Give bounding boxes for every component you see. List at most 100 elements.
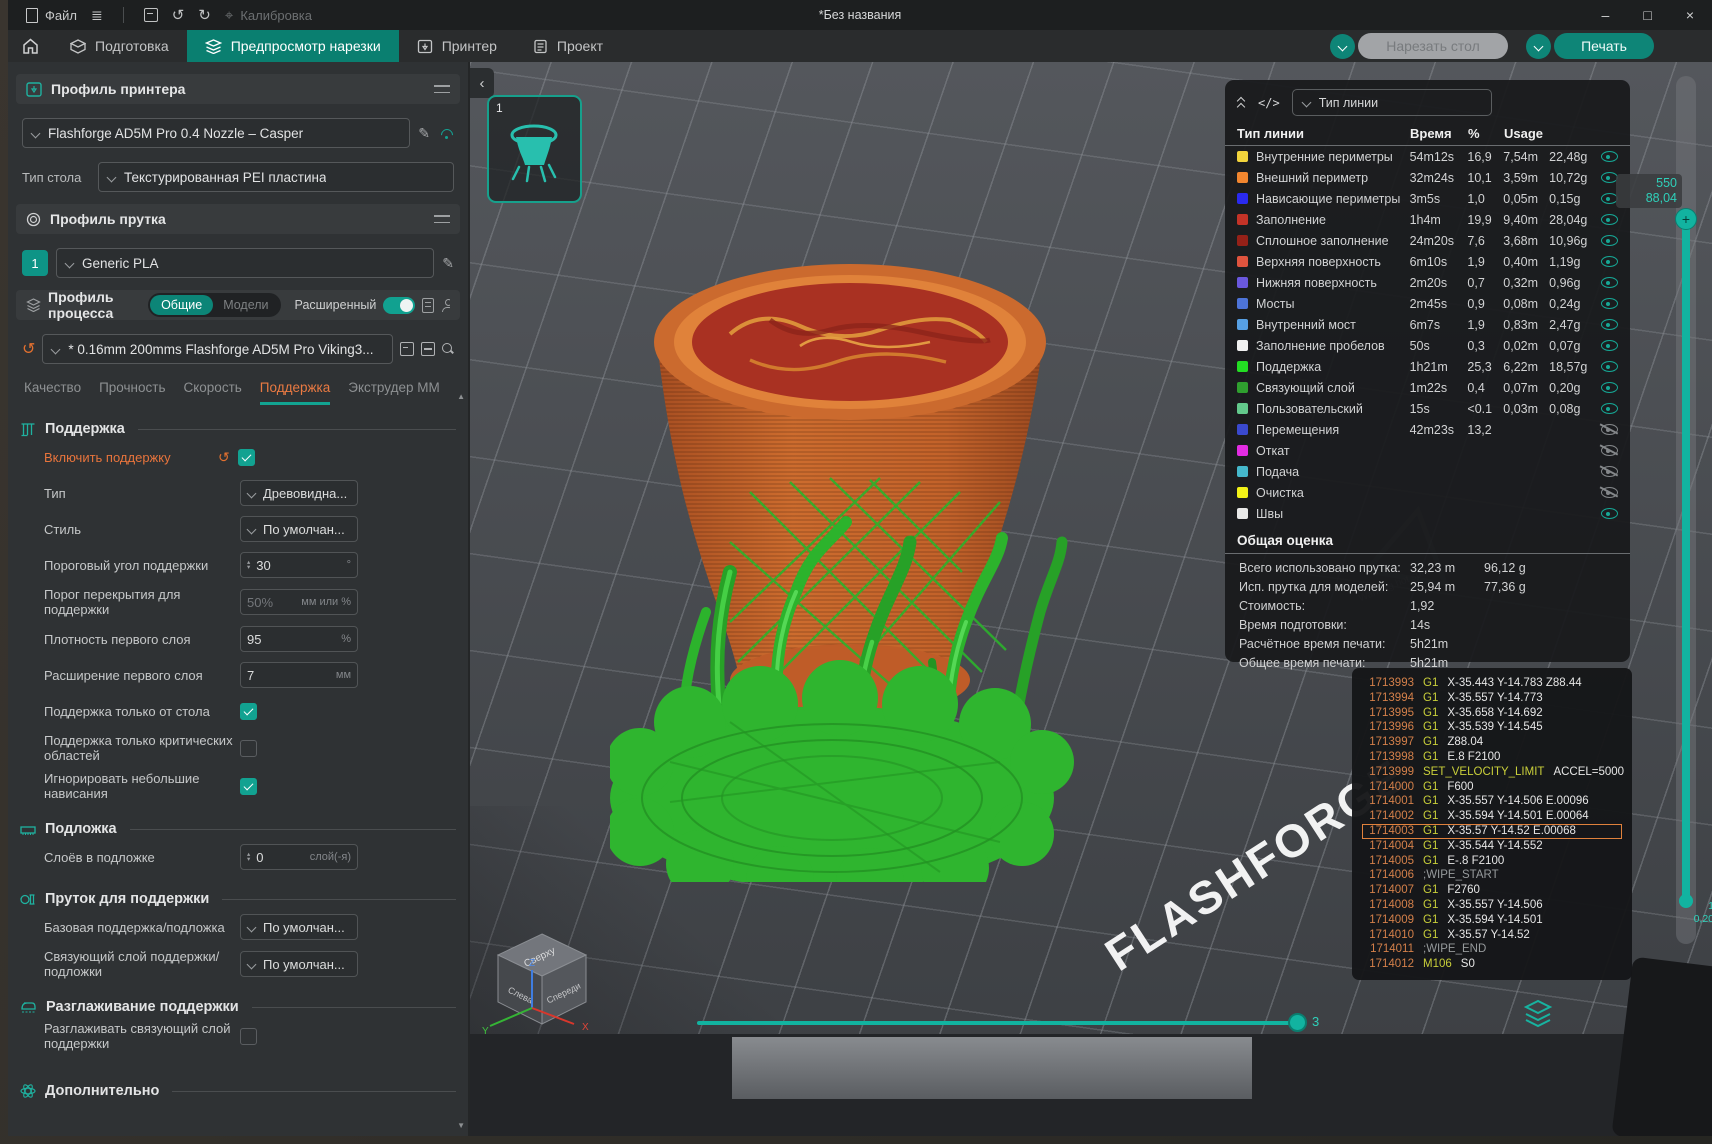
account-icon[interactable] xyxy=(441,299,450,312)
spinner-arrows[interactable]: ▴▾ xyxy=(247,852,250,862)
visibility-eye-icon[interactable] xyxy=(1601,298,1618,309)
base-support-filament-select[interactable]: По умолчан... xyxy=(240,914,358,940)
tab-extruder-mm[interactable]: Экструдер MM xyxy=(348,380,440,405)
spinner-arrows[interactable]: ▴▾ xyxy=(247,560,250,570)
print-button[interactable]: Печать xyxy=(1554,33,1654,59)
recent-list-icon[interactable]: ≣ xyxy=(91,8,103,22)
layer-slider-range[interactable] xyxy=(1682,220,1690,900)
filament-slot-badge[interactable]: 1 xyxy=(22,250,48,276)
visibility-eye-icon[interactable] xyxy=(1601,214,1618,225)
gcode-line[interactable]: 1714004G1X-35.544 Y-14.552 xyxy=(1362,839,1622,854)
iron-interface-checkbox[interactable] xyxy=(240,1028,257,1045)
reset-process-icon[interactable]: ↺ xyxy=(22,339,35,359)
edit-filament-icon[interactable]: ✎ xyxy=(442,255,454,272)
visibility-eye-off-icon[interactable] xyxy=(1601,424,1618,435)
interface-filament-select[interactable]: По умолчан... xyxy=(240,951,358,977)
reset-param-icon[interactable]: ↺ xyxy=(218,449,230,466)
gcode-line[interactable]: 1714005G1E-.8 F2100 xyxy=(1362,854,1622,869)
gcode-line[interactable]: 1713993G1X-35.443 Y-14.783 Z88.44 xyxy=(1362,676,1622,691)
overlap-threshold-input[interactable]: 50%мм или % xyxy=(240,589,358,615)
tab-strength[interactable]: Прочность xyxy=(99,380,165,405)
layers-view-icon[interactable] xyxy=(1522,998,1554,1028)
tab-project[interactable]: Проект xyxy=(515,30,621,62)
sliced-model[interactable] xyxy=(610,242,1210,882)
undo-button[interactable]: ↺ xyxy=(172,8,185,23)
tab-slice-preview[interactable]: Предпросмотр нарезки xyxy=(187,30,399,62)
visibility-eye-icon[interactable] xyxy=(1601,382,1618,393)
gcode-line[interactable]: 1714010G1X-35.57 Y-14.52 xyxy=(1362,928,1622,943)
save-button[interactable] xyxy=(144,8,158,22)
visibility-eye-icon[interactable] xyxy=(1601,235,1618,246)
enable-support-checkbox[interactable] xyxy=(238,449,255,466)
gcode-line[interactable]: 1713999SET_VELOCITY_LIMITACCEL=5000 xyxy=(1362,765,1622,780)
file-menu[interactable]: Файл xyxy=(26,8,77,23)
support-on-buildplate-checkbox[interactable] xyxy=(240,703,257,720)
layer-slider-top-handle[interactable]: + xyxy=(1675,208,1697,230)
tab-printer[interactable]: Принтер xyxy=(399,30,515,62)
gcode-line[interactable]: 1713997G1Z88.04 xyxy=(1362,735,1622,750)
ignore-small-overhangs-checkbox[interactable] xyxy=(240,778,257,795)
process-preset-select[interactable]: * 0.16mm 200mms Flashforge AD5M Pro Viki… xyxy=(42,334,393,364)
redo-button[interactable]: ↻ xyxy=(198,8,211,23)
calibration-button[interactable]: ⌖Калибровка xyxy=(225,8,312,23)
support-type-select[interactable]: Древовидна... xyxy=(240,480,358,506)
maximize-button[interactable]: □ xyxy=(1643,7,1651,23)
threshold-angle-spinner[interactable]: ▴▾30° xyxy=(240,552,358,578)
tab-quality[interactable]: Качество xyxy=(24,380,81,405)
visibility-eye-off-icon[interactable] xyxy=(1601,466,1618,477)
visibility-eye-icon[interactable] xyxy=(1601,319,1618,330)
gcode-line[interactable]: 1713995G1X-35.658 Y-14.692 xyxy=(1362,706,1622,721)
save-preset-icon[interactable] xyxy=(400,342,414,356)
slice-plate-button[interactable]: Нарезать стол xyxy=(1358,33,1508,59)
visibility-eye-icon[interactable] xyxy=(1601,277,1618,288)
viewport-3d[interactable]: FLASHFORGE Warning hot surface xyxy=(470,62,1712,1136)
raft-layers-spinner[interactable]: ▴▾0слой(-я) xyxy=(240,844,358,870)
gcode-line[interactable]: 1713996G1X-35.539 Y-14.545 xyxy=(1362,720,1622,735)
gcode-line[interactable]: 1714007G1F2760 xyxy=(1362,883,1622,898)
remove-preset-icon[interactable] xyxy=(421,342,435,356)
home-button[interactable] xyxy=(8,30,52,62)
bed-type-select[interactable]: Текстурированная PEI пластина xyxy=(98,162,454,192)
minimize-button[interactable]: – xyxy=(1602,7,1610,23)
filament-settings-icon[interactable] xyxy=(434,213,450,225)
visibility-eye-icon[interactable] xyxy=(1601,256,1618,267)
gcode-line[interactable]: 1713994G1X-35.557 Y-14.773 xyxy=(1362,691,1622,706)
gcode-line[interactable]: 1714000G1F600 xyxy=(1362,780,1622,795)
visibility-eye-icon[interactable] xyxy=(1601,340,1618,351)
gcode-view-icon[interactable]: </> xyxy=(1258,96,1280,110)
slice-options-dropdown[interactable] xyxy=(1330,34,1355,59)
tab-prepare[interactable]: Подготовка xyxy=(52,30,187,62)
visibility-eye-icon[interactable] xyxy=(1601,361,1618,372)
scope-global-option[interactable]: Общие xyxy=(150,295,213,315)
param-table-icon[interactable] xyxy=(422,298,434,313)
gcode-line[interactable]: 1714008G1X-35.557 Y-14.506 xyxy=(1362,898,1622,913)
gcode-line-highlighted[interactable]: 1714003G1X-35.57 Y-14.52 E.00068 xyxy=(1362,824,1622,839)
scroll-up-arrow[interactable]: ▲ xyxy=(457,392,465,401)
move-slider-track[interactable] xyxy=(697,1021,1297,1025)
tab-support[interactable]: Поддержка xyxy=(260,380,330,405)
gcode-line[interactable]: 1714001G1X-35.557 Y-14.506 E.00096 xyxy=(1362,794,1622,809)
edit-printer-icon[interactable]: ✎ xyxy=(418,125,430,142)
view-type-select[interactable]: Тип линии xyxy=(1292,89,1492,116)
print-options-dropdown[interactable] xyxy=(1526,34,1551,59)
printer-preset-select[interactable]: Flashforge AD5M Pro 0.4 Nozzle – Casper xyxy=(22,118,410,148)
sidebar-collapse-handle[interactable]: ‹ xyxy=(470,68,494,98)
gcode-line[interactable]: 1714011;WIPE_END xyxy=(1362,942,1622,957)
visibility-eye-off-icon[interactable] xyxy=(1601,445,1618,456)
plate-thumbnail[interactable]: 1 xyxy=(487,95,582,203)
support-critical-only-checkbox[interactable] xyxy=(240,740,257,757)
advanced-toggle[interactable] xyxy=(383,297,415,314)
gcode-line[interactable]: 1714002G1X-35.594 Y-14.501 E.00064 xyxy=(1362,809,1622,824)
scroll-down-arrow[interactable]: ▼ xyxy=(457,1121,465,1130)
collapse-panel-icon[interactable] xyxy=(1237,97,1246,108)
search-params-icon[interactable] xyxy=(442,343,454,355)
nav-cube[interactable]: Сверху Слева Спереди Z X Y xyxy=(480,920,610,1050)
first-layer-density-input[interactable]: 95% xyxy=(240,626,358,652)
support-style-select[interactable]: По умолчан... xyxy=(240,516,358,542)
tab-speed[interactable]: Скорость xyxy=(183,380,241,405)
visibility-eye-icon[interactable] xyxy=(1601,508,1618,519)
gcode-line[interactable]: 1713998G1E.8 F2100 xyxy=(1362,750,1622,765)
printer-settings-icon[interactable] xyxy=(434,83,450,95)
scope-objects-option[interactable]: Модели xyxy=(213,295,278,315)
filament-preset-select[interactable]: Generic PLA xyxy=(56,248,434,278)
